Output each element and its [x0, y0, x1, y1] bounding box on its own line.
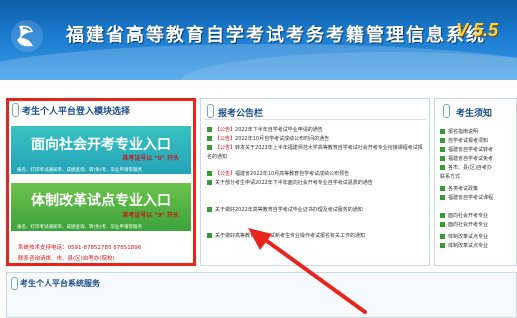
social-exam-entry-footer: 报名、打印考试通知单、成绩查询、转(免)考、毕业申请等服务 — [17, 168, 143, 173]
bullet-icon — [440, 147, 445, 152]
personal-services-title: 考生个人平台系统服务 — [20, 279, 100, 288]
bullet-icon — [207, 180, 212, 185]
bullet-icon — [440, 186, 445, 191]
bulletin-item[interactable]: 【公告】2022年10月自学考试成绩公布时间的通告 — [207, 135, 425, 144]
login-module-panel — [6, 98, 196, 266]
support-contact: 联系咨询请拨、市、县(区)自考办(院校) — [18, 256, 115, 262]
bullet-icon — [440, 213, 445, 218]
system-title: 福建省高等教育自学考试考务考籍管理信息系统 — [66, 25, 486, 45]
exam-notice-item[interactable]: 自学考试报考须知 — [440, 137, 488, 144]
system-version: V 5.5 — [456, 20, 499, 40]
reform-pilot-entry-label: 体制改革试点专业入口 — [31, 192, 171, 208]
panel-title-icon — [12, 103, 19, 117]
reform-pilot-entry-footer: 报名、打印考试通知单、成绩查询、转(免)考、毕业申请等服务 — [17, 225, 143, 230]
bullet-icon — [207, 136, 212, 141]
exam-notice-item[interactable]: 体制改革试点专业 — [440, 242, 488, 249]
exam-notice-item[interactable]: 各类考试政策 — [440, 185, 478, 192]
bullet-icon — [207, 171, 212, 176]
social-exam-entry-button[interactable]: 面向社会开考专业入口 准考证号以 "0" 开头 报名、打印考试通知单、成绩查询、… — [11, 126, 191, 174]
exam-notice-panel — [434, 98, 517, 266]
support-phone: 系统技术支持电话：0591-87852785 87851896 — [18, 245, 142, 251]
reform-pilot-entry-button[interactable]: 体制改革试点专业入口 准考证号以 "9" 开头 报名、打印考试通知单、成绩查询、… — [11, 183, 191, 231]
bulletin-item[interactable]: 关于部分考生申请2022年下半年面向社会开考专业自学考试退费的通告 — [207, 179, 425, 188]
bullet-icon — [440, 138, 445, 143]
bullet-icon — [207, 127, 212, 132]
exam-notice-item[interactable]: 各市、县(区)自考办 — [440, 164, 492, 171]
exam-notice-item[interactable]: 报名指南说明 — [440, 128, 478, 135]
header-banner: 福建省高等教育自学考试考务考籍管理信息系统 V 5.5 — [0, 0, 517, 80]
bulletin-item[interactable]: 【公告】福建省2022年10月高等教育自学考试成绩公布预告 — [207, 170, 425, 179]
bulletin-item[interactable]: 【公告】转发关于2023年上半年福建师范大学高等教育自学考试社会开考专业衔接课程… — [207, 144, 425, 162]
bullet-icon — [207, 145, 212, 150]
bullet-icon — [440, 222, 445, 227]
bulletin-divider — [204, 119, 426, 120]
bullet-icon — [440, 165, 445, 170]
social-exam-entry-note: 准考证号以 "0" 开头 — [122, 155, 179, 162]
exam-notice-item[interactable]: 体制改革试点专业 — [440, 233, 488, 240]
bulletin-item[interactable]: 关于做好2022年高等教育自学考试毕业证书办理及考试服务的通知 — [207, 206, 425, 215]
panel-title-icon — [11, 277, 18, 290]
bulletin-title: 报考公告栏 — [218, 109, 264, 119]
bullet-icon — [207, 233, 212, 238]
bullet-icon — [207, 207, 212, 212]
annotation-arrow-icon — [248, 228, 367, 314]
login-module-title: 考生个人平台登入模块选择 — [22, 107, 131, 117]
exam-notice-item[interactable]: 福建省自学考试免考 — [440, 155, 493, 162]
exam-notice-item[interactable]: 福建省自学考试课程 — [440, 194, 493, 201]
exam-notice-item[interactable]: 面向社会开考专业 — [440, 221, 488, 228]
bullet-icon — [440, 156, 445, 161]
bulletin-item[interactable]: 【公告】2022年下半年自学考试毕业申请的通告 — [207, 126, 425, 135]
reform-pilot-entry-note: 准考证号以 "9" 开头 — [122, 212, 179, 219]
exam-notice-item[interactable]: 福建省自学考试转考 — [440, 146, 493, 153]
exam-notice-item: 联系方式 — [440, 174, 461, 180]
panel-title-icon — [207, 104, 214, 118]
bullet-icon — [440, 243, 445, 248]
bullet-icon — [440, 129, 445, 134]
bullet-icon — [440, 234, 445, 239]
panel-title-icon — [443, 104, 450, 118]
exam-notice-item[interactable]: 面向社会开考专业 — [440, 212, 488, 219]
social-exam-entry-label: 面向社会开考专业入口 — [31, 136, 171, 152]
exam-logo-icon — [11, 20, 43, 52]
exam-notice-title: 考生须知 — [456, 109, 493, 119]
bullet-icon — [440, 195, 445, 200]
